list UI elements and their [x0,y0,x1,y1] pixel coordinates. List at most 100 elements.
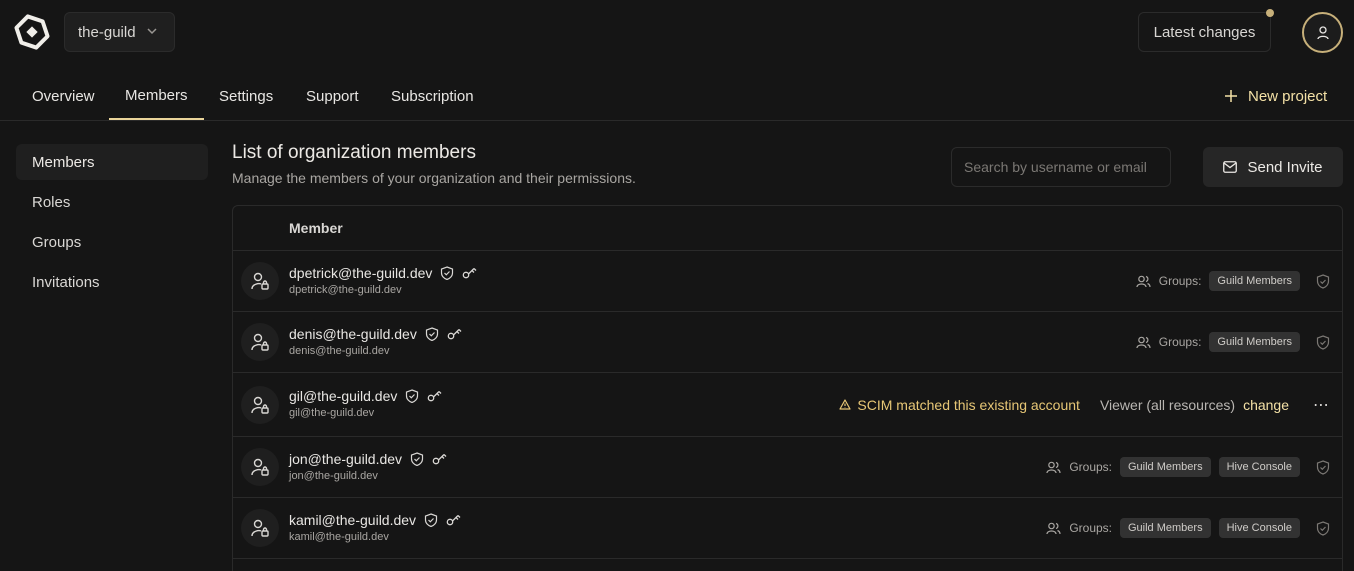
group-badge: Guild Members [1209,332,1300,352]
scim-notice: SCIM matched this existing account [839,397,1080,413]
group-badge: Hive Console [1218,518,1300,538]
sidebar-item-groups[interactable]: Groups [16,224,208,260]
tab-members[interactable]: Members [109,72,204,120]
new-project-label: New project [1248,87,1328,105]
users-icon [1136,275,1151,287]
member-name-text: jon@the-guild.dev [289,451,403,467]
tab-subscription[interactable]: Subscription [391,72,474,120]
member-groups: Groups: Guild Members Hive Console [1046,498,1330,558]
groups-label-text: Groups: [1158,274,1202,288]
shield-check-icon [405,389,419,403]
member-email: kamil@the-guild.dev [289,531,389,543]
key-icon [446,513,462,527]
tab-label: Subscription [391,87,474,105]
member-name: jon@the-guild.dev [289,451,448,467]
member-name: kamil@the-guild.dev [289,512,462,528]
groups-label: Groups: [1046,460,1112,474]
member-name-text: denis@the-guild.dev [289,326,417,342]
member-name: gil@the-guild.dev [289,388,443,404]
top-bar: the-guild Latest changes [0,0,1354,64]
user-lock-icon [251,396,269,414]
tab-overview[interactable]: Overview [32,72,95,120]
groups-label: Groups: [1046,521,1112,535]
mail-icon [1223,161,1238,173]
role-shield-icon[interactable] [1316,334,1330,350]
sidebar-item-roles[interactable]: Roles [16,184,208,220]
user-lock-icon [251,458,269,476]
page-description: Manage the members of your organization … [232,170,636,186]
plus-icon [1225,90,1237,102]
tab-support[interactable]: Support [306,72,359,120]
table-row: kamil@the-guild.dev kamil@the-guild.dev … [233,498,1342,559]
users-icon [1046,522,1061,534]
groups-label: Groups: [1136,274,1202,288]
role-shield-icon[interactable] [1316,273,1330,289]
groups-label-text: Groups: [1069,460,1112,474]
sidebar-item-label: Groups [32,233,82,251]
latest-changes-label: Latest changes [1153,23,1256,41]
tab-label: Settings [219,87,274,105]
member-role: SCIM matched this existing account Viewe… [839,373,1330,436]
group-badge: Guild Members [1209,271,1300,291]
user-icon [1316,25,1329,39]
users-icon [1046,461,1061,473]
page-title: List of organization members [232,142,476,163]
role-shield-icon[interactable] [1316,520,1330,536]
users-icon [1136,336,1151,348]
shield-check-icon [410,452,424,466]
sidebar-item-label: Members [32,153,95,171]
shield-check-icon [440,266,454,280]
hive-logo-icon[interactable] [14,14,50,50]
key-icon [462,266,478,280]
key-icon [447,327,463,341]
search-input[interactable] [951,147,1171,187]
table-row: denis@the-guild.dev denis@the-guild.dev … [233,312,1342,373]
user-lock-icon [251,272,269,290]
role-shield-icon[interactable] [1316,459,1330,475]
new-project-button[interactable]: New project [1224,84,1327,108]
latest-changes-button[interactable]: Latest changes [1138,12,1271,52]
member-groups: Groups: Guild Members Hive Console [1046,437,1330,497]
org-name: the-guild [78,23,136,41]
sidebar-item-label: Invitations [32,273,100,291]
tab-label: Support [306,87,359,105]
org-tabs: Overview Members Settings Support Subscr… [0,72,1354,121]
user-lock-icon [251,333,269,351]
member-avatar [241,448,279,486]
user-lock-icon [251,519,269,537]
member-email: gil@the-guild.dev [289,407,375,419]
tab-settings[interactable]: Settings [219,72,273,120]
member-groups: Groups: Guild Members [1136,251,1330,311]
scim-notice-text: SCIM matched this existing account [857,396,1080,413]
member-name: dpetrick@the-guild.dev [289,265,478,281]
org-switcher[interactable]: the-guild [64,12,175,52]
shield-check-icon [424,513,438,527]
member-avatar [241,509,279,547]
sidebar-item-invitations[interactable]: Invitations [16,264,208,300]
groups-label: Groups: [1136,335,1202,349]
table-header: Member [233,206,1342,251]
members-table: Member dpetrick@the-guild.dev dpetrick@t… [232,205,1343,571]
sidebar-item-label: Roles [32,193,71,211]
change-role-link[interactable]: change [1243,397,1289,413]
member-avatar [241,386,279,424]
groups-label-text: Groups: [1158,335,1202,349]
key-icon [427,389,443,403]
member-avatar [241,323,279,361]
member-avatar [241,262,279,300]
column-header-member: Member [289,220,343,236]
send-invite-label: Send Invite [1247,158,1323,176]
groups-label-text: Groups: [1069,521,1112,535]
warning-icon [839,399,851,410]
group-badge: Guild Members [1120,457,1211,477]
member-name: denis@the-guild.dev [289,326,463,342]
role-name: Viewer (all resources) [1099,396,1236,413]
sidebar-item-members[interactable]: Members [16,144,208,180]
table-row: jon@the-guild.dev jon@the-guild.dev Grou… [233,437,1342,498]
more-actions-icon[interactable]: ⋯ [1313,395,1330,415]
send-invite-button[interactable]: Send Invite [1203,147,1343,187]
key-icon [432,452,448,466]
user-avatar[interactable] [1302,12,1343,53]
member-groups: Groups: Guild Members [1136,312,1330,372]
member-name-text: gil@the-guild.dev [289,388,398,404]
